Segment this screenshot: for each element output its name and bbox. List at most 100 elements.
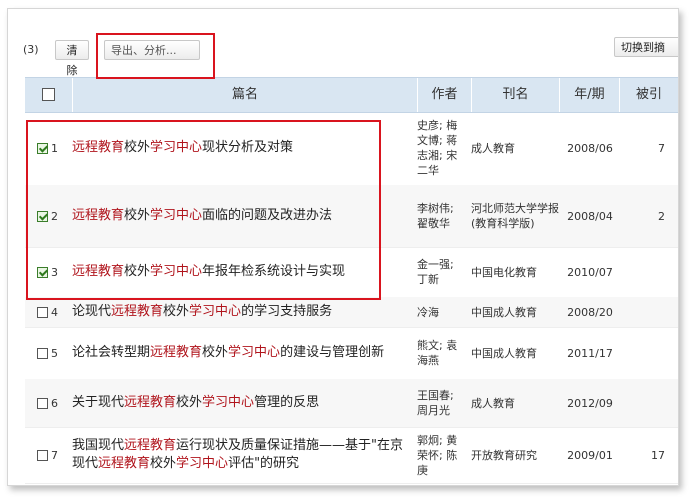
title-text: 校外 (124, 140, 151, 155)
switch-view-button[interactable]: 切换到摘 (614, 37, 678, 57)
title-text: 关于现代 (72, 395, 125, 410)
title-keyword-highlight: 学习中心 (189, 304, 242, 319)
table-row: 6 关于现代远程教育校外学习中心管理的反思 王国春; 周月光 成人教育 2012/09 (25, 379, 678, 428)
table-row: 2 远程教育校外学习中心面临的问题及改进办法 李树伟; 翟敬华 河北师范大学学报(教育… (25, 185, 678, 248)
row-issue: 2011/17 (567, 346, 613, 360)
row-cited-count (623, 379, 665, 427)
title-keyword-highlight: 远程教育 (72, 208, 125, 223)
row-authors[interactable]: 冷海 (417, 297, 467, 327)
title-text: 校外 (163, 304, 190, 319)
title-text: 我国现代 (72, 438, 125, 453)
title-keyword-highlight: 远程教育 (72, 140, 125, 155)
title-keyword-highlight: 远程教育 (124, 438, 177, 453)
row-cited-count (623, 327, 665, 379)
table-row: 4 论现代远程教育校外学习中心的学习支持服务 冷海 中国成人教育 2008/20 (25, 297, 678, 328)
article-title-link[interactable]: 论社会转型期远程教育校外学习中心的建设与管理创新 (72, 344, 384, 362)
row-checkbox[interactable] (37, 347, 48, 359)
row-issue: 2010/07 (567, 265, 613, 279)
row-number: 4 (51, 305, 58, 319)
row-authors[interactable]: 郭炯; 黄荣怀; 陈庚 (417, 427, 467, 483)
table-row: 5 论社会转型期远程教育校外学习中心的建设与管理创新 熊文; 袁海燕 中国成人教育 20… (25, 327, 678, 380)
row-checkbox[interactable] (37, 142, 48, 154)
title-text: 论社会转型期 (72, 345, 151, 360)
row-journal[interactable]: 开放教育研究 (471, 427, 561, 483)
row-authors[interactable]: 史彦; 梅文博; 蒋志湘; 宋二华 (417, 111, 467, 185)
row-journal[interactable]: 中国成人教育 (471, 327, 561, 379)
row-authors[interactable]: 王国春; 周月光 (417, 379, 467, 427)
row-checkbox[interactable] (37, 210, 48, 222)
title-keyword-highlight: 学习中心 (150, 140, 203, 155)
title-keyword-highlight: 学习中心 (228, 345, 281, 360)
header-cited[interactable]: 被引 (619, 78, 678, 112)
row-issue: 2008/20 (567, 305, 613, 319)
title-text: 年报年检系统设计与实现 (202, 264, 346, 279)
header-journal[interactable]: 刊名 (471, 78, 559, 112)
select-all-cell (25, 78, 72, 112)
title-text: 校外 (150, 456, 177, 471)
result-panel: (3) 清除 导出、分析... 切换到摘 篇名 作者 刊名 年/期 被引 1 远程… (7, 8, 679, 486)
header-title[interactable]: 篇名 (72, 78, 417, 112)
title-text: 现状分析及对策 (202, 140, 294, 155)
row-checkbox[interactable] (37, 266, 48, 278)
selected-count: (3) (23, 43, 39, 56)
row-issue: 2008/06 (567, 141, 613, 155)
row-journal[interactable]: 成人教育 (471, 111, 561, 185)
row-authors[interactable]: 金一强; 丁新 (417, 247, 467, 297)
clear-button[interactable]: 清除 (55, 40, 89, 77)
toolbar: (3) 清除 导出、分析... 切换到摘 (8, 9, 678, 77)
title-text: 校外 (124, 208, 151, 223)
article-title-link[interactable]: 关于现代远程教育校外学习中心管理的反思 (72, 394, 319, 412)
row-number: 5 (51, 346, 58, 360)
title-keyword-highlight: 学习中心 (150, 264, 203, 279)
row-cited-count (623, 297, 665, 327)
row-number: 1 (51, 141, 58, 155)
row-checkbox[interactable] (37, 449, 48, 461)
row-number: 2 (51, 209, 58, 223)
article-title-link[interactable]: 我国现代远程教育运行现状及质量保证措施——基于"在京现代远程教育校外学习中心评估… (72, 437, 415, 473)
article-title-link[interactable]: 远程教育校外学习中心面临的问题及改进办法 (72, 207, 332, 225)
title-text: 评估"的研究 (228, 456, 300, 471)
row-authors[interactable]: 李树伟; 翟敬华 (417, 185, 467, 247)
export-analyze-button[interactable]: 导出、分析... (104, 40, 200, 60)
article-title-link[interactable]: 远程教育校外学习中心现状分析及对策 (72, 139, 293, 157)
table-header: 篇名 作者 刊名 年/期 被引 (25, 77, 678, 113)
row-cited-count: 7 (658, 141, 665, 155)
row-journal[interactable]: 中国成人教育 (471, 297, 561, 327)
title-keyword-highlight: 学习中心 (150, 208, 203, 223)
row-authors[interactable]: 熊文; 袁海燕 (417, 327, 467, 379)
header-author[interactable]: 作者 (417, 78, 471, 112)
row-number: 6 (51, 396, 58, 410)
title-text: 校外 (202, 345, 229, 360)
title-keyword-highlight: 远程教育 (98, 456, 151, 471)
row-issue: 2009/01 (567, 448, 613, 462)
title-text: 管理的反思 (254, 395, 320, 410)
select-all-checkbox[interactable] (42, 88, 55, 101)
article-title-link[interactable]: 远程教育校外学习中心年报年检系统设计与实现 (72, 263, 345, 281)
row-checkbox[interactable] (37, 306, 48, 318)
row-issue: 2008/04 (567, 209, 613, 223)
row-checkbox[interactable] (37, 397, 48, 409)
table-row: 3 远程教育校外学习中心年报年检系统设计与实现 金一强; 丁新 中国电化教育 2010/… (25, 247, 678, 298)
title-text: 校外 (124, 264, 151, 279)
row-journal[interactable]: 成人教育 (471, 379, 561, 427)
row-cited-count: 2 (658, 209, 665, 223)
row-cited-count (623, 247, 665, 297)
row-number: 7 (51, 448, 58, 462)
row-number: 3 (51, 265, 58, 279)
title-text: 的建设与管理创新 (280, 345, 385, 360)
row-journal[interactable]: 中国电化教育 (471, 247, 561, 297)
article-title-link[interactable]: 论现代远程教育校外学习中心的学习支持服务 (72, 303, 332, 321)
table-row: 1 远程教育校外学习中心现状分析及对策 史彦; 梅文博; 蒋志湘; 宋二华 成人教育 2… (25, 111, 678, 186)
row-issue: 2012/09 (567, 396, 613, 410)
title-text: 的学习支持服务 (241, 304, 333, 319)
title-keyword-highlight: 远程教育 (124, 395, 177, 410)
title-keyword-highlight: 学习中心 (202, 395, 255, 410)
title-text: 面临的问题及改进办法 (202, 208, 333, 223)
header-issue[interactable]: 年/期 (559, 78, 619, 112)
title-text: 校外 (176, 395, 203, 410)
title-keyword-highlight: 远程教育 (150, 345, 203, 360)
row-journal[interactable]: 河北师范大学学报(教育科学版) (471, 185, 561, 247)
title-keyword-highlight: 远程教育 (72, 264, 125, 279)
title-text: 论现代 (72, 304, 112, 319)
title-keyword-highlight: 学习中心 (176, 456, 229, 471)
